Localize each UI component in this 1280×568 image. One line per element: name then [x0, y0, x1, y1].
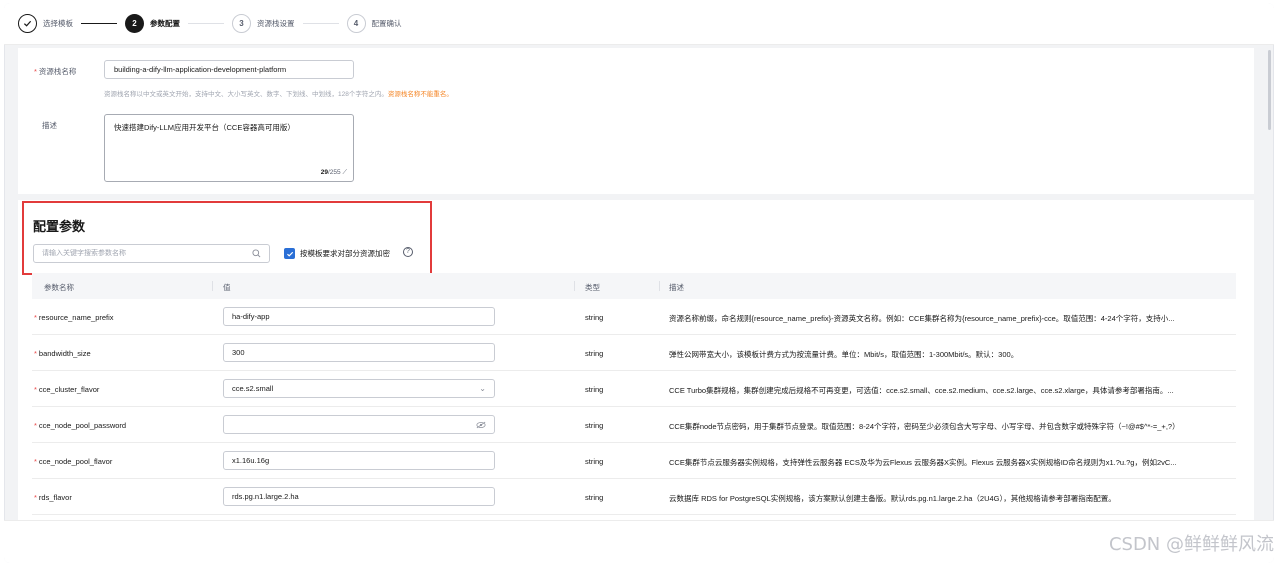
- encrypt-checkbox[interactable]: [284, 248, 295, 259]
- footer-bar: [4, 520, 1274, 563]
- param-name: * cce_cluster_flavor: [34, 385, 100, 394]
- description-textarea[interactable]: 快速搭建Dify-LLM应用开发平台（CCE容器高可用版） 29/255 ⟋: [104, 114, 354, 182]
- step-confirm[interactable]: 4 配置确认: [346, 14, 402, 33]
- step-connector: [81, 23, 117, 24]
- stack-info-form: * 资源栈名称 building-a-dify-llm-application-d…: [18, 48, 1254, 194]
- col-divider: [574, 281, 575, 291]
- step-connector: [302, 23, 339, 24]
- step-select-template[interactable]: 选择模板: [18, 14, 73, 33]
- steps-bar: 选择模板 2 参数配置 3 资源栈设置 4 配置确认: [4, 3, 1274, 45]
- step-connector: [188, 23, 224, 24]
- table-row: * bandwidth_size 300 string 弹性公网带宽大小，该模板计…: [32, 335, 1236, 371]
- step-number: 3: [232, 14, 251, 33]
- step-label: 选择模板: [43, 19, 73, 28]
- watermark: CSDN @鲜鲜鲜风流: [1108, 534, 1274, 555]
- param-description: CCE集群节点云服务器实例规格，支持弹性云服务器 ECS及华为云Flexus 云…: [669, 458, 1177, 467]
- stack-name-label: * 资源栈名称: [34, 67, 77, 76]
- param-description: 资源名称前缀，命名规则{resource_name_prefix}-资源英文名称…: [669, 314, 1175, 323]
- param-description: CCE Turbo集群规格，集群创建完成后规格不可再变更，可选值：cce.s2.…: [669, 386, 1174, 395]
- param-description: 弹性公网带宽大小，该模板计费方式为按流量计费。单位：Mbit/s，取值范围：1-…: [669, 350, 1019, 359]
- step-label: 资源栈设置: [257, 19, 295, 28]
- char-counter: 29/255 ⟋: [320, 169, 347, 176]
- param-search-input[interactable]: 请输入关键字搜索参数名称: [33, 244, 270, 263]
- param-type: string: [585, 457, 604, 466]
- param-description: 云数据库 RDS for PostgreSQL实例规格，该方案默认创建主备版。默…: [669, 494, 1116, 503]
- step-number: 2: [125, 14, 144, 33]
- resize-handle-icon: ⟋: [342, 169, 347, 176]
- step-label: 参数配置: [150, 19, 180, 28]
- eye-off-icon[interactable]: [476, 421, 486, 429]
- stack-name-hint: 资源栈名称以中文或英文开始，支持中文、大小写英文、数字、下划线、中划线，128个…: [104, 91, 453, 98]
- search-icon[interactable]: [252, 249, 261, 258]
- param-password-input[interactable]: [223, 415, 495, 434]
- param-value-input[interactable]: ha-dify-app: [223, 307, 495, 326]
- param-type: string: [585, 349, 604, 358]
- required-mark: *: [34, 67, 37, 76]
- table-header: 参数名称 值 类型 描述: [32, 273, 1236, 299]
- step-param-config[interactable]: 2 参数配置: [125, 14, 180, 33]
- param-name: * rds_flavor: [34, 493, 72, 502]
- col-header-desc: 描述: [669, 283, 684, 292]
- param-value-input[interactable]: rds.pg.n1.large.2.ha: [223, 487, 495, 506]
- col-header-name: 参数名称: [44, 283, 74, 292]
- stack-name-input[interactable]: building-a-dify-llm-application-developm…: [104, 60, 354, 79]
- search-placeholder: 请输入关键字搜索参数名称: [42, 250, 126, 257]
- col-divider: [659, 281, 660, 291]
- table-row: * rds_flavor rds.pg.n1.large.2.ha string …: [32, 479, 1236, 515]
- param-description: CCE集群node节点密码，用于集群节点登录。取值范围：8-24个字符，密码至少…: [669, 422, 1180, 431]
- select-value: cce.s2.small: [232, 384, 274, 393]
- description-label: 描述: [42, 121, 57, 130]
- col-header-type: 类型: [585, 283, 600, 292]
- param-value-input[interactable]: 300: [223, 343, 495, 362]
- table-row: * cce_node_pool_password string CCE集群node…: [32, 407, 1236, 443]
- param-type: string: [585, 385, 604, 394]
- col-header-value: 值: [223, 283, 231, 292]
- param-name: * cce_node_pool_flavor: [34, 457, 113, 466]
- step-number: 4: [346, 14, 366, 33]
- step-label: 配置确认: [371, 19, 402, 28]
- highlight-box: [22, 201, 432, 275]
- param-type: string: [585, 421, 604, 430]
- scrollbar-thumb[interactable]: [1268, 50, 1271, 130]
- param-name: * bandwidth_size: [34, 349, 91, 358]
- table-row: * resource_name_prefix ha-dify-app string…: [32, 299, 1236, 335]
- check-icon: [286, 251, 293, 257]
- params-title: 配置参数: [33, 219, 86, 234]
- param-name: * cce_node_pool_password: [34, 421, 127, 430]
- col-divider: [212, 281, 213, 291]
- param-value-input[interactable]: x1.16u.16g: [223, 451, 495, 470]
- check-icon: [18, 14, 37, 33]
- param-type: string: [585, 493, 604, 502]
- step-stack-settings[interactable]: 3 资源栈设置: [232, 14, 295, 33]
- chevron-down-icon[interactable]: ⌄: [479, 380, 486, 397]
- help-icon[interactable]: ?: [403, 247, 413, 257]
- param-type: string: [585, 313, 604, 322]
- description-text: 快速搭建Dify-LLM应用开发平台（CCE容器高可用版）: [114, 123, 295, 132]
- table-row: * cce_node_pool_flavor x1.16u.16g string …: [32, 443, 1236, 479]
- param-value-select[interactable]: cce.s2.small ⌄: [223, 379, 495, 398]
- table-row: * cce_cluster_flavor cce.s2.small ⌄ strin…: [32, 371, 1236, 407]
- encrypt-label: 按模板要求对部分资源加密: [300, 249, 390, 258]
- param-name: * resource_name_prefix: [34, 313, 114, 322]
